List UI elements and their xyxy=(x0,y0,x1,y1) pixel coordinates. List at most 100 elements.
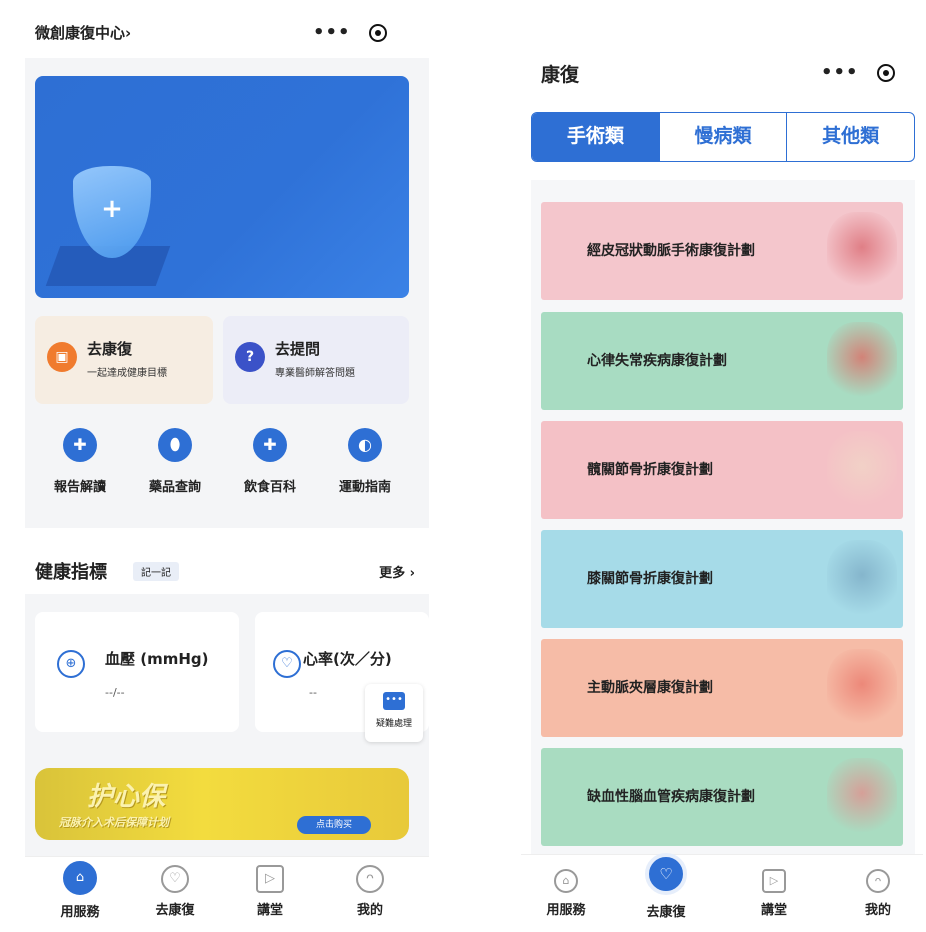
plan-title: 主動脈夾層康復計劃 xyxy=(587,680,713,696)
grid-item-exercise[interactable]: ◐ 運動指南 xyxy=(320,420,410,495)
plan-title: 心律失常疾病康復計劃 xyxy=(587,353,727,369)
grid-item-report[interactable]: ✚ 報告解讀 xyxy=(35,420,125,495)
grid-item-label: 運動指南 xyxy=(338,480,391,495)
plan-list: 經皮冠狀動脈手術康復計劃 心律失常疾病康復計劃 髖關節骨折康復計劃 膝關節骨折康… xyxy=(531,180,915,888)
question-icon: ? xyxy=(235,342,265,372)
heart-hands-illustration xyxy=(827,322,897,400)
segment-chronic[interactable]: 慢病類 xyxy=(660,113,788,161)
metric-title: 心率(次／分) xyxy=(303,650,392,668)
bulb-icon: ✚ xyxy=(63,428,97,462)
knee-illustration xyxy=(827,540,897,618)
grid-item-label: 飲食百科 xyxy=(243,480,296,495)
home-screen: 微創康復中心› ••• + ▣ 去康復 一起達成健康目標 ? 去提問 專業醫師解… xyxy=(25,8,429,920)
promo-subtitle: 冠脉介入术后保障计划 xyxy=(59,816,169,829)
grid-item-drug[interactable]: ⬮ 藥品查詢 xyxy=(130,420,220,495)
page-title: 康復 xyxy=(541,64,580,86)
record-tag[interactable]: 記一記 xyxy=(133,562,179,581)
person-icon: ᴖ xyxy=(866,869,890,893)
tab-label: 用服務 xyxy=(546,903,586,918)
app-title[interactable]: 微創康復中心› xyxy=(35,22,131,43)
tab-label: 去康復 xyxy=(646,905,686,920)
tab-mine[interactable]: ᴖ 我的 xyxy=(833,855,923,928)
heart-rate-icon: ♡ xyxy=(273,650,301,678)
quick-action-subtitle: 專業醫師解答問題 xyxy=(275,368,355,379)
heart-hand-icon: ♡ xyxy=(645,853,687,895)
plus-icon: + xyxy=(101,194,123,224)
metric-value: --/-- xyxy=(105,686,125,699)
home-icon: ⌂ xyxy=(63,861,97,895)
ball-icon: ◐ xyxy=(348,428,382,462)
tab-lecture[interactable]: ▷ 講堂 xyxy=(225,857,315,920)
mini-program-capsule: ••• xyxy=(821,62,895,83)
section-title: 健康指標 xyxy=(35,562,107,583)
person-icon: ᴖ xyxy=(356,865,384,893)
more-icon[interactable]: ••• xyxy=(821,62,859,83)
segment-surgery[interactable]: 手術類 xyxy=(532,113,660,161)
plan-title: 髖關節骨折康復計劃 xyxy=(587,462,713,478)
hero-banner[interactable]: + xyxy=(35,76,409,298)
tab-label: 用服務 xyxy=(60,905,100,920)
tab-lecture[interactable]: ▷ 講堂 xyxy=(729,855,819,928)
segment-other[interactable]: 其他類 xyxy=(787,113,914,161)
close-target-icon[interactable] xyxy=(368,23,387,42)
close-target-icon[interactable] xyxy=(876,63,895,82)
buy-button[interactable]: 点击购买 xyxy=(297,816,371,834)
more-icon[interactable]: ••• xyxy=(313,22,351,43)
plan-title: 膝關節骨折康復計劃 xyxy=(587,571,713,587)
hip-illustration xyxy=(827,431,897,509)
tab-service[interactable]: ⌂ 用服務 xyxy=(521,855,611,928)
health-indicators-header: 健康指標 記一記 更多 › xyxy=(25,528,429,594)
rehab-screen: 康復 ••• 手術類 慢病類 其他類 經皮冠狀動脈手術康復計劃 心律失常疾病康復… xyxy=(521,48,923,928)
tab-service[interactable]: ⌂ 用服務 xyxy=(35,857,125,920)
plan-card[interactable]: 膝關節骨折康復計劃 xyxy=(541,530,903,628)
feature-grid: ✚ 報告解讀 ⬮ 藥品查詢 ✚ 飲食百科 ◐ 運動指南 xyxy=(25,420,429,510)
nav-header: 康復 ••• xyxy=(521,48,923,98)
promo-banner[interactable]: 护心保 冠脉介入术后保障计划 点击购买 xyxy=(35,768,409,840)
grid-item-label: 藥品查詢 xyxy=(148,480,201,495)
pill-icon: ⬮ xyxy=(158,428,192,462)
plan-card[interactable]: 缺血性腦血管疾病康復計劃 xyxy=(541,748,903,846)
quick-action-title: 去康復 xyxy=(87,340,133,358)
float-button-label: 疑難處理 xyxy=(375,719,412,729)
tab-rehab[interactable]: ♡ 去康復 xyxy=(621,853,711,928)
tab-label: 我的 xyxy=(356,903,383,918)
faq-float-button[interactable]: ••• 疑難處理 xyxy=(365,684,423,742)
category-segmented-control: 手術類 慢病類 其他類 xyxy=(531,112,915,162)
quick-action-subtitle: 一起達成健康目標 xyxy=(87,368,167,379)
quick-action-ask[interactable]: ? 去提問 專業醫師解答問題 xyxy=(223,316,409,404)
plan-title: 缺血性腦血管疾病康復計劃 xyxy=(587,789,755,805)
tab-label: 去康復 xyxy=(155,903,195,918)
tab-rehab[interactable]: ♡ 去康復 xyxy=(130,857,220,920)
plan-card[interactable]: 心律失常疾病康復計劃 xyxy=(541,312,903,410)
plan-card[interactable]: 髖關節骨折康復計劃 xyxy=(541,421,903,519)
tab-label: 我的 xyxy=(864,903,891,918)
bottom-tabbar: ⌂ 用服務 ♡ 去康復 ▷ 講堂 ᴖ 我的 xyxy=(25,856,429,920)
mini-program-capsule: ••• xyxy=(313,22,387,43)
video-icon: ▷ xyxy=(762,869,786,893)
tab-mine[interactable]: ᴖ 我的 xyxy=(325,857,415,920)
brain-illustration xyxy=(827,758,897,836)
tab-label: 講堂 xyxy=(760,903,787,918)
home-icon: ⌂ xyxy=(554,869,578,893)
grid-item-label: 報告解讀 xyxy=(53,480,106,495)
quick-action-title: 去提問 xyxy=(275,340,321,358)
plan-card[interactable]: 經皮冠狀動脈手術康復計劃 xyxy=(541,202,903,300)
stethoscope-icon: ⊕ xyxy=(57,650,85,678)
promo-title: 护心保 xyxy=(87,782,166,812)
food-icon: ✚ xyxy=(253,428,287,462)
heart-illustration xyxy=(827,212,897,290)
metric-title: 血壓 (mmHg) xyxy=(105,650,209,668)
heart-hands-illustration xyxy=(827,649,897,727)
metric-value: -- xyxy=(309,686,317,699)
chevron-right-icon: › xyxy=(125,24,132,42)
plan-card[interactable]: 主動脈夾層康復計劃 xyxy=(541,639,903,737)
heart-hand-icon: ♡ xyxy=(161,865,189,893)
grid-item-diet[interactable]: ✚ 飲食百科 xyxy=(225,420,315,495)
chat-icon: ••• xyxy=(383,692,405,710)
camera-icon: ▣ xyxy=(47,342,77,372)
metric-card-blood-pressure[interactable]: ⊕ 血壓 (mmHg) --/-- xyxy=(35,612,239,732)
quick-action-rehab[interactable]: ▣ 去康復 一起達成健康目標 xyxy=(35,316,213,404)
bottom-tabbar: ⌂ 用服務 ♡ 去康復 ▷ 講堂 ᴖ 我的 xyxy=(521,853,923,928)
more-link[interactable]: 更多 › xyxy=(379,562,415,581)
nav-header: 微創康復中心› ••• xyxy=(25,8,429,58)
